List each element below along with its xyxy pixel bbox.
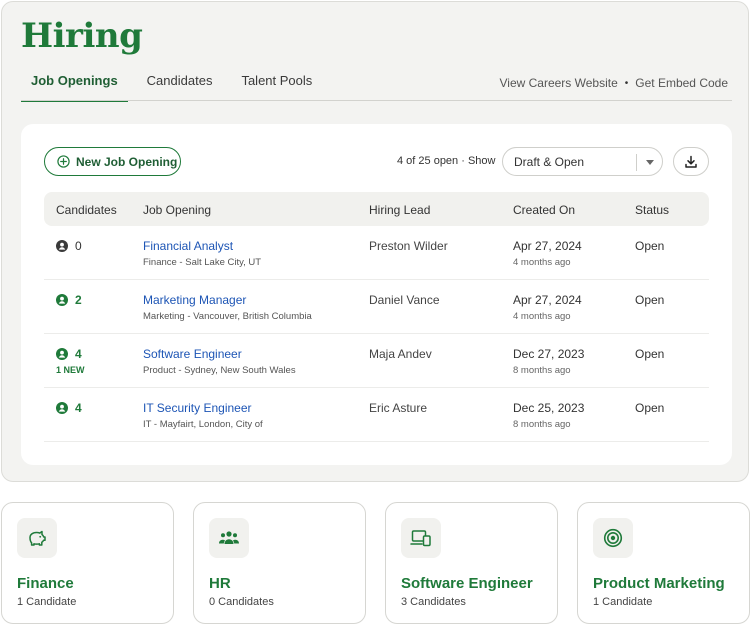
table-row: 0 Financial Analyst Finance - Salt Lake … [44, 226, 709, 280]
people-icon [219, 531, 239, 544]
created-date: Dec 25, 2023 [513, 401, 585, 415]
talent-pool-card-finance[interactable]: Finance 1 Candidate [1, 502, 174, 624]
talent-pool-card-software-engineer[interactable]: Software Engineer 3 Candidates [385, 502, 558, 624]
table-row: 2 Marketing Manager Marketing - Vancouve… [44, 280, 709, 334]
tab-job-openings[interactable]: Job Openings [21, 72, 128, 102]
download-button[interactable] [673, 147, 709, 176]
pool-name: Finance [17, 575, 74, 592]
job-openings-card: New Job Opening 4 of 25 open · Show Draf… [21, 124, 732, 465]
view-careers-link[interactable]: View Careers Website [499, 76, 617, 90]
pool-icon-box [593, 518, 633, 558]
person-icon [56, 402, 68, 414]
tab-bar: Job Openings Candidates Talent Pools [21, 72, 322, 102]
pool-name: Product Marketing [593, 575, 725, 592]
select-divider [636, 154, 637, 171]
devices-icon [410, 530, 431, 547]
hiring-lead: Daniel Vance [369, 293, 440, 307]
status-filter-value: Draft & Open [514, 154, 585, 169]
new-job-opening-button[interactable]: New Job Opening [44, 147, 181, 176]
tab-candidates[interactable]: Candidates [137, 72, 223, 102]
status-text: Open [635, 347, 665, 361]
status-text: Open [635, 401, 665, 415]
job-title-link[interactable]: Marketing Manager [143, 293, 246, 307]
status-text: Open [635, 239, 665, 253]
pool-icon-box [401, 518, 441, 558]
column-header-hiring-lead[interactable]: Hiring Lead [369, 203, 430, 217]
created-ago: 4 months ago [513, 257, 571, 268]
embed-code-link[interactable]: Get Embed Code [635, 76, 728, 90]
candidate-count[interactable]: 4 [56, 401, 82, 415]
created-ago: 8 months ago [513, 365, 571, 376]
talent-pool-card-product-marketing[interactable]: Product Marketing 1 Candidate [577, 502, 750, 624]
column-header-candidates[interactable]: Candidates [56, 203, 117, 217]
job-location: Finance - Salt Lake City, UT [143, 257, 262, 268]
column-header-created-on[interactable]: Created On [513, 203, 575, 217]
candidate-count-value: 4 [75, 401, 82, 415]
pool-icon-box [209, 518, 249, 558]
job-location: Product - Sydney, New South Wales [143, 365, 296, 376]
hiring-lead: Preston Wilder [369, 239, 448, 253]
piggy-bank-icon [29, 530, 46, 546]
plus-circle-icon [57, 155, 70, 168]
candidate-count-value: 4 [75, 347, 82, 361]
new-job-opening-label: New Job Opening [76, 154, 178, 169]
created-ago: 8 months ago [513, 419, 571, 430]
candidate-count[interactable]: 4 [56, 347, 82, 361]
pool-count: 0 Candidates [209, 596, 274, 608]
person-icon [56, 294, 68, 306]
header-links: View Careers Website • Get Embed Code [499, 76, 728, 90]
column-header-status[interactable]: Status [635, 203, 669, 217]
created-date: Apr 27, 2024 [513, 293, 582, 307]
table-row: 4 IT Security Engineer IT - Mayfairt, Lo… [44, 388, 709, 442]
created-date: Dec 27, 2023 [513, 347, 585, 361]
created-date: Apr 27, 2024 [513, 239, 582, 253]
person-icon [56, 240, 68, 252]
open-count: 4 of 25 open · Show [397, 155, 496, 167]
person-icon [56, 348, 68, 360]
status-filter-select[interactable]: Draft & Open [502, 147, 663, 176]
status-text: Open [635, 293, 665, 307]
job-location: Marketing - Vancouver, British Columbia [143, 311, 312, 322]
hiring-lead: Maja Andev [369, 347, 432, 361]
pool-count: 1 Candidate [17, 596, 77, 608]
target-icon [603, 528, 623, 548]
chevron-down-icon[interactable] [646, 160, 654, 165]
table-header: Candidates Job Opening Hiring Lead Creat… [44, 192, 709, 226]
hiring-panel: Hiring Job Openings Candidates Talent Po… [1, 1, 749, 482]
page-title: Hiring [21, 16, 143, 56]
hiring-lead: Eric Asture [369, 401, 428, 415]
new-candidates-badge: 1 NEW [56, 365, 85, 375]
candidate-count-value: 0 [75, 239, 82, 253]
download-icon [685, 155, 697, 168]
candidate-count-value: 2 [75, 293, 82, 307]
talent-pool-card-hr[interactable]: HR 0 Candidates [193, 502, 366, 624]
job-title-link[interactable]: Financial Analyst [143, 239, 233, 253]
tabs-divider [21, 100, 732, 101]
job-title-link[interactable]: IT Security Engineer [143, 401, 252, 415]
pool-count: 1 Candidate [593, 596, 653, 608]
job-title-link[interactable]: Software Engineer [143, 347, 242, 361]
link-separator: • [624, 77, 629, 89]
pool-count: 3 Candidates [401, 596, 466, 608]
created-ago: 4 months ago [513, 311, 571, 322]
pool-icon-box [17, 518, 57, 558]
tab-talent-pools[interactable]: Talent Pools [231, 72, 322, 102]
pool-name: HR [209, 575, 231, 592]
pool-name: Software Engineer [401, 575, 533, 592]
column-header-job-opening[interactable]: Job Opening [143, 203, 211, 217]
table-row: 4 1 NEW Software Engineer Product - Sydn… [44, 334, 709, 388]
job-location: IT - Mayfairt, London, City of [143, 419, 263, 430]
candidate-count[interactable]: 2 [56, 293, 82, 307]
candidate-count[interactable]: 0 [56, 239, 82, 253]
